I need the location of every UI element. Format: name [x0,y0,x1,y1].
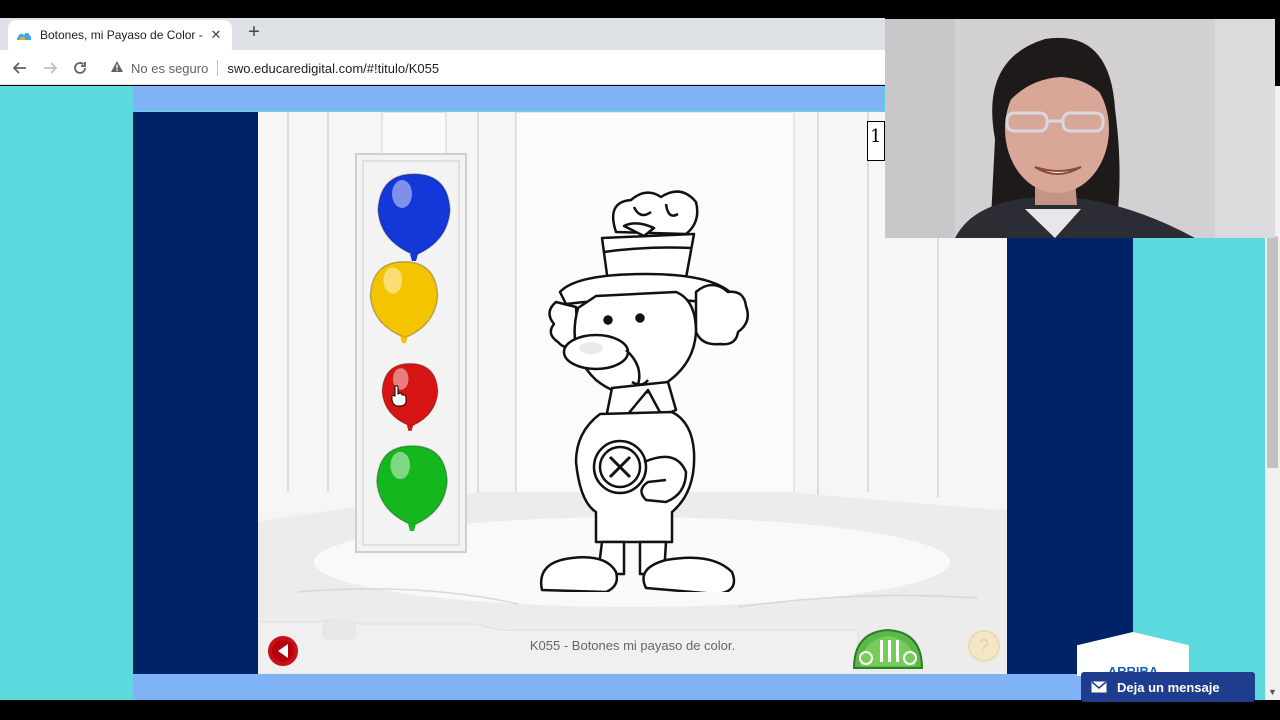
blue-balloon-button[interactable] [374,170,454,262]
scroll-thumb[interactable] [1267,236,1278,468]
tab-title: Botones, mi Payaso de Color - Sc [40,28,204,42]
left-navy-panel [133,112,258,674]
new-tab-button[interactable]: + [244,22,264,42]
reload-button[interactable] [69,57,91,79]
back-button[interactable] [9,57,31,79]
webcam-overlay [885,19,1275,238]
warning-triangle-icon[interactable] [110,60,124,76]
favicon-icon [17,32,31,40]
yellow-balloon-button[interactable] [361,258,447,344]
red-balloon-button[interactable] [379,356,441,436]
omnibox-divider [217,60,219,76]
screen: Botones, mi Payaso de Color - Sc ✕ + No … [0,0,1280,720]
green-balloon-button[interactable] [371,442,453,532]
browser-toolbar: No es seguro swo.educaredigital.com/#!ti… [0,50,885,85]
reload-icon [74,62,86,74]
presenter-video-image [885,19,1275,238]
leave-message-label: Deja un mensaje [1117,679,1220,695]
browser-tab-strip: Botones, mi Payaso de Color - Sc ✕ + [0,18,885,50]
scroll-down-icon[interactable]: ▼ [1268,687,1277,697]
hand-cursor-icon [391,385,407,407]
music-toggle-button[interactable] [852,626,924,670]
page-number-box: 1 [867,121,885,161]
security-status-label[interactable]: No es seguro [131,61,208,76]
envelope-icon [1091,681,1107,693]
music-notes-icon [852,628,924,669]
bottom-footer-bar [133,674,1083,700]
clown-drawing[interactable] [536,182,756,592]
arrow-right-icon [44,62,58,74]
arrow-left-icon [12,62,26,74]
browser-tab[interactable]: Botones, mi Payaso de Color - Sc ✕ [8,20,232,50]
address-bar[interactable]: No es seguro swo.educaredigital.com/#!ti… [102,54,882,82]
url-text[interactable]: swo.educaredigital.com/#!titulo/K055 [227,61,439,76]
forward-button[interactable] [39,57,61,79]
close-tab-icon[interactable]: ✕ [208,27,224,43]
top-header-bar [133,86,884,111]
right-navy-panel [1007,238,1133,674]
help-button[interactable]: ? [968,630,1000,662]
leave-message-button[interactable]: Deja un mensaje [1081,672,1255,702]
